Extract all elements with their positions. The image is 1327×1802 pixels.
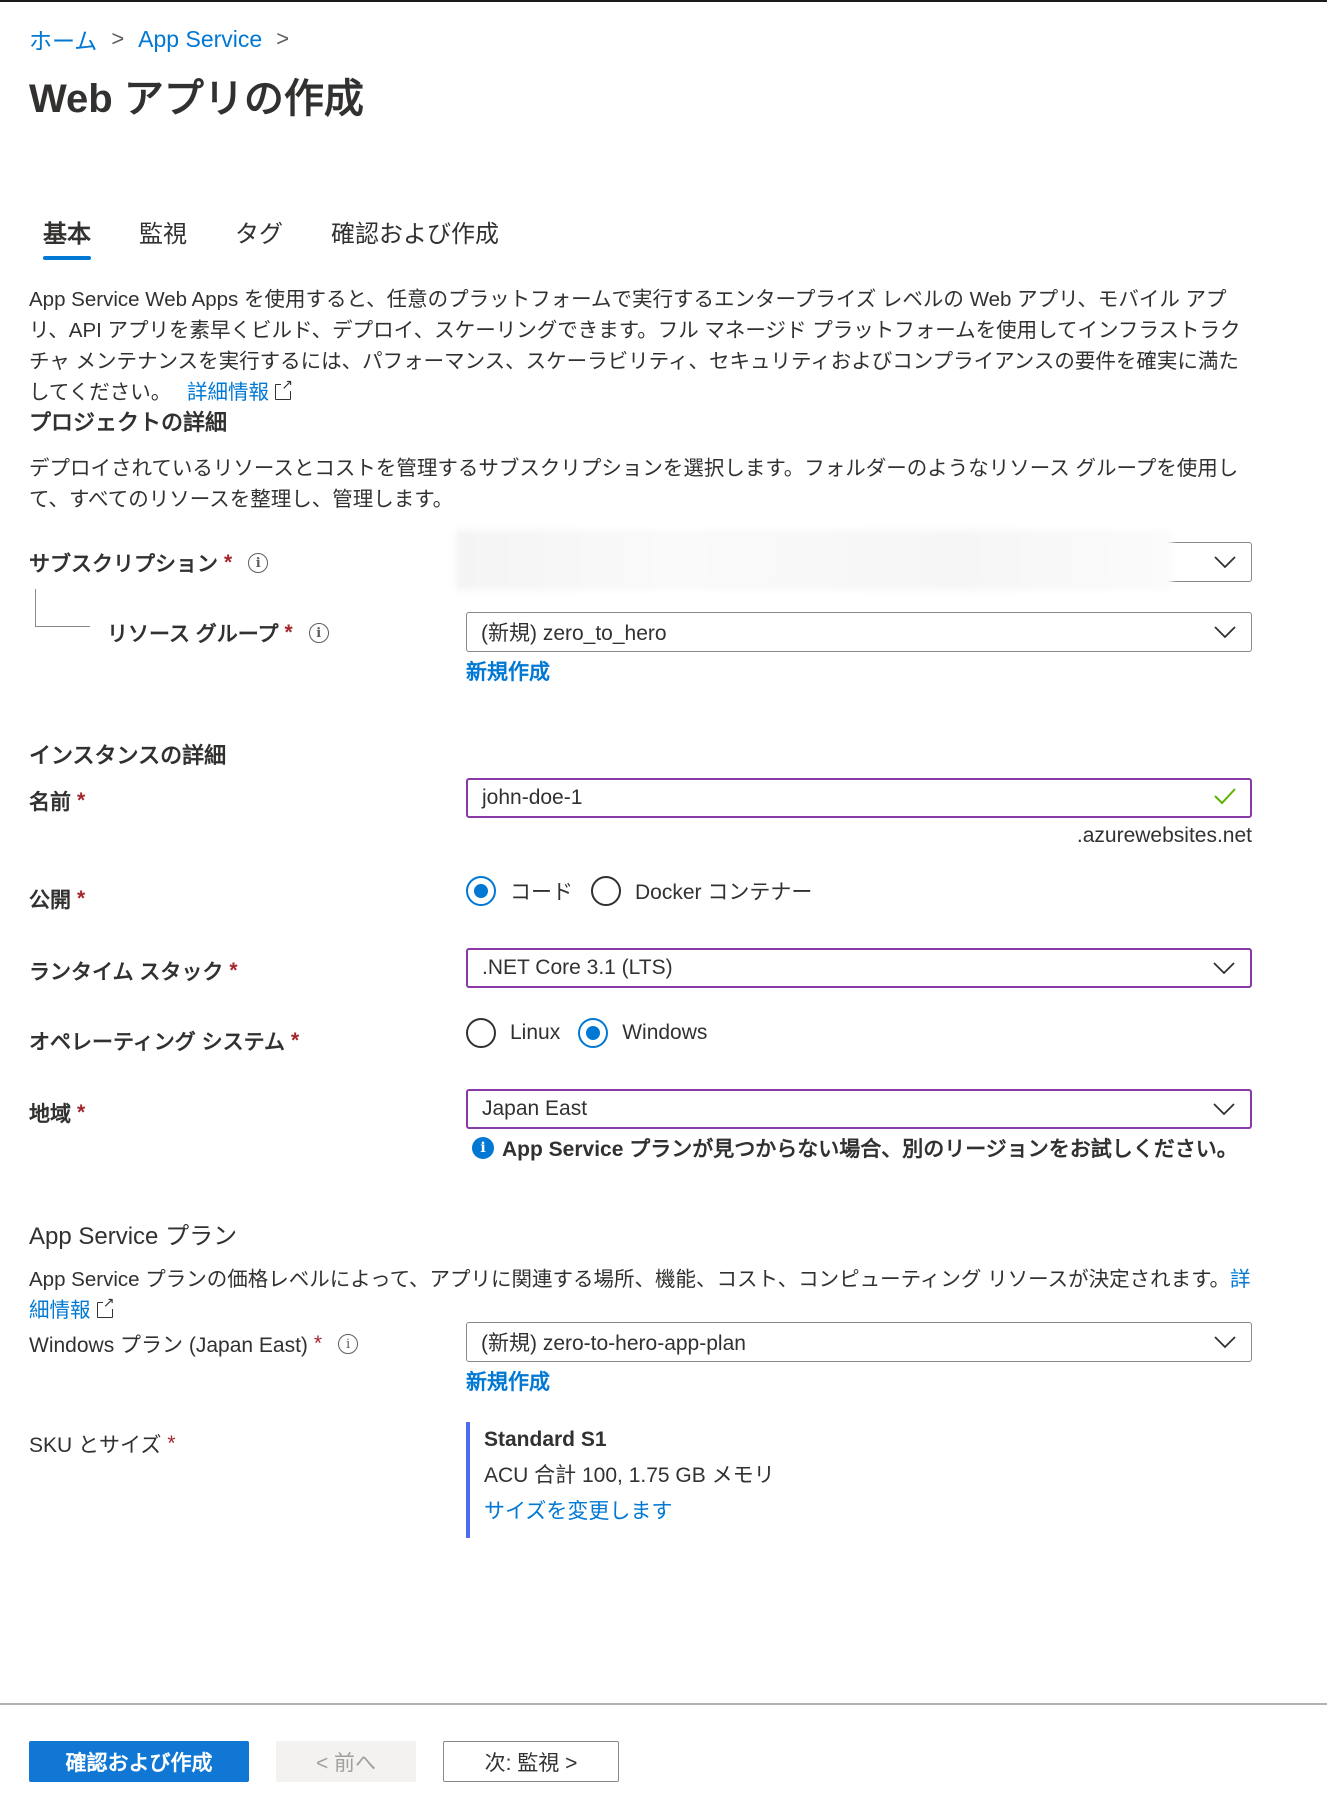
chevron-down-icon <box>1212 956 1236 980</box>
os-option-windows[interactable]: Windows <box>578 1018 707 1048</box>
chevron-down-icon <box>1212 1097 1236 1121</box>
resource-group-label: リソース グループ * i <box>107 618 329 648</box>
resource-group-label-text: リソース グループ <box>107 623 279 646</box>
plan-description-text: App Service プランの価格レベルによって、アプリに関連する場所、機能、… <box>29 1268 1231 1291</box>
name-label: 名前 * <box>29 786 85 816</box>
info-icon[interactable]: i <box>248 553 269 573</box>
publish-option-label: Docker コンテナー <box>635 881 813 904</box>
app-service-plan-heading: App Service プラン <box>29 1223 238 1250</box>
review-create-button[interactable]: 確認および作成 <box>29 1741 249 1782</box>
publish-option-label: コード <box>510 881 573 904</box>
windows-plan-label: Windows プラン (Japan East) * i <box>29 1329 359 1359</box>
chevron-down-icon <box>1213 620 1237 644</box>
region-label-text: 地域 <box>29 1103 71 1126</box>
sku-size-label-text: SKU とサイズ <box>29 1434 162 1457</box>
domain-suffix: .azurewebsites.net <box>1076 824 1252 847</box>
breadcrumb-separator: > <box>111 26 125 51</box>
radio-unselected-icon <box>466 1018 496 1048</box>
breadcrumb-home[interactable]: ホーム <box>29 22 97 56</box>
required-asterisk: * <box>224 551 233 574</box>
sku-summary: Standard S1 ACU 合計 100, 1.75 GB メモリ サイズを… <box>466 1422 775 1538</box>
resource-group-value: (新規) zero_to_hero <box>481 622 667 645</box>
windows-plan-value: (新規) zero-to-hero-app-plan <box>481 1332 746 1355</box>
info-filled-icon: i <box>472 1137 494 1159</box>
radio-selected-icon <box>578 1018 609 1048</box>
required-asterisk: * <box>167 1432 176 1455</box>
breadcrumb-app-service[interactable]: App Service <box>138 26 262 53</box>
os-option-label: Linux <box>510 1021 561 1044</box>
next-button[interactable]: 次: 監視 > <box>443 1741 619 1782</box>
chevron-down-icon <box>1213 1330 1237 1354</box>
required-asterisk: * <box>284 621 293 644</box>
project-details-description: デプロイされているリソースとコストを管理するサブスクリプションを選択します。フォ… <box>29 457 1239 511</box>
runtime-stack-label-text: ランタイム スタック <box>29 961 224 984</box>
breadcrumb: ホーム > App Service > <box>29 22 289 56</box>
tab-monitoring[interactable]: 監視 <box>125 214 201 262</box>
valid-check-icon <box>1214 785 1236 811</box>
create-new-resource-group-link[interactable]: 新規作成 <box>466 656 550 686</box>
region-notice: i App Service プランが見つからない場合、別のリージョンをお試しくだ… <box>472 1133 1238 1163</box>
sku-size-label: SKU とサイズ * <box>29 1429 176 1459</box>
previous-button[interactable]: < 前へ <box>276 1741 416 1782</box>
required-asterisk: * <box>290 1029 300 1052</box>
name-value: john-doe-1 <box>482 786 583 809</box>
os-option-label: Windows <box>622 1021 708 1044</box>
resource-group-select[interactable]: (新規) zero_to_hero <box>466 612 1252 652</box>
page-title: Web アプリの作成 <box>29 77 364 121</box>
windows-plan-select[interactable]: (新規) zero-to-hero-app-plan <box>466 1322 1252 1362</box>
subscription-label: サブスクリプション * i <box>29 548 269 578</box>
region-label: 地域 * <box>29 1098 85 1128</box>
runtime-stack-label: ランタイム スタック * <box>29 956 238 986</box>
region-select[interactable]: Japan East <box>466 1089 1252 1129</box>
tab-basics[interactable]: 基本 <box>29 214 105 262</box>
os-label: オペレーティング システム * <box>29 1026 299 1056</box>
app-service-plan-description: App Service プランの価格レベルによって、アプリに関連する場所、機能、… <box>29 1264 1259 1326</box>
os-label-text: オペレーティング システム <box>29 1031 285 1054</box>
tab-review-create[interactable]: 確認および作成 <box>317 214 513 262</box>
publish-label-text: 公開 <box>29 889 71 912</box>
info-icon[interactable]: i <box>338 1334 359 1354</box>
external-link-icon <box>96 1295 115 1318</box>
required-asterisk: * <box>77 1101 86 1124</box>
sku-detail: ACU 合計 100, 1.75 GB メモリ <box>484 1464 775 1487</box>
publish-radio-group: コード Docker コンテナー <box>466 876 830 906</box>
tab-bar: 基本 監視 タグ 確認および作成 <box>29 214 533 262</box>
footer-divider <box>0 1703 1327 1705</box>
radio-selected-icon <box>466 876 496 906</box>
radio-unselected-icon <box>591 876 621 906</box>
required-asterisk: * <box>229 959 238 982</box>
breadcrumb-separator: > <box>276 26 290 51</box>
tab-tags[interactable]: タグ <box>221 214 297 262</box>
learn-more-link[interactable]: 詳細情報 <box>187 381 269 404</box>
publish-option-docker[interactable]: Docker コンテナー <box>591 876 812 906</box>
intro-description: App Service Web Apps を使用すると、任意のプラットフォームで… <box>29 284 1259 408</box>
region-value: Japan East <box>482 1097 588 1120</box>
publish-option-code[interactable]: コード <box>466 876 573 906</box>
change-size-link[interactable]: サイズを変更します <box>484 1494 775 1530</box>
create-new-plan-link[interactable]: 新規作成 <box>466 1366 550 1396</box>
redacted-subscription <box>456 530 1172 590</box>
project-details-heading: プロジェクトの詳細 <box>29 410 228 435</box>
instance-details-heading: インスタンスの詳細 <box>29 743 227 768</box>
tree-connector <box>35 589 90 627</box>
subscription-label-text: サブスクリプション <box>29 553 218 576</box>
runtime-stack-select[interactable]: .NET Core 3.1 (LTS) <box>466 948 1252 988</box>
os-radio-group: Linux Windows <box>466 1018 725 1048</box>
name-label-text: 名前 <box>29 791 71 814</box>
sku-name: Standard S1 <box>484 1428 607 1451</box>
os-option-linux[interactable]: Linux <box>466 1018 560 1048</box>
chevron-down-icon <box>1213 550 1237 574</box>
required-asterisk: * <box>313 1332 323 1355</box>
required-asterisk: * <box>77 789 86 812</box>
required-asterisk: * <box>77 887 86 910</box>
region-notice-text: App Service プランが見つからない場合、別のリージョンをお試しください… <box>502 1138 1238 1161</box>
windows-plan-label-text: Windows プラン (Japan East) <box>29 1334 308 1357</box>
name-input[interactable]: john-doe-1 <box>466 778 1252 818</box>
publish-label: 公開 * <box>29 884 85 914</box>
runtime-stack-value: .NET Core 3.1 (LTS) <box>482 956 673 979</box>
external-link-icon <box>274 377 293 400</box>
info-icon[interactable]: i <box>308 623 329 643</box>
